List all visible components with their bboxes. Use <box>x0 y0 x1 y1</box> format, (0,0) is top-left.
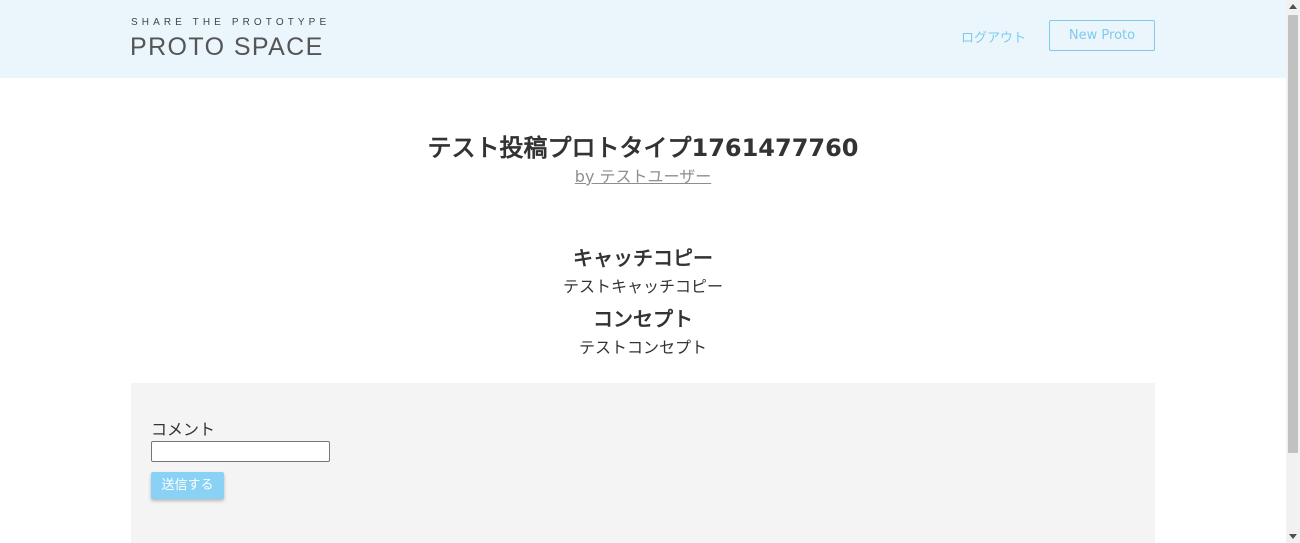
site-logo[interactable]: SHARE THE PROTOTYPE PROTO SPACE <box>130 17 340 61</box>
catch-copy-text: テストキャッチコピー <box>562 277 723 296</box>
concept-text: テストコンセプト <box>578 338 707 357</box>
concept-heading: コンセプト <box>593 307 693 331</box>
logo-word-space: SPACE <box>233 33 324 61</box>
comment-panel: コメント 送信する <box>131 383 1155 543</box>
catch-copy-heading: キャッチコピー <box>573 246 713 270</box>
comment-label: コメント <box>151 420 216 439</box>
author-link[interactable]: by テストユーザー <box>575 167 711 186</box>
prototype-title: テスト投稿プロトタイプ1761477760 <box>427 134 859 162</box>
logout-link[interactable]: ログアウト <box>961 27 1026 46</box>
site-header: SHARE THE PROTOTYPE PROTO SPACE ログアウト Ne… <box>0 0 1286 78</box>
logo-word-proto: PROTO <box>130 33 226 61</box>
prototype-author: by テストユーザー <box>0 163 1286 187</box>
new-proto-button[interactable]: New Proto <box>1049 20 1155 51</box>
comment-submit-button[interactable]: 送信する <box>151 472 224 499</box>
vertical-scrollbar[interactable] <box>1286 0 1300 543</box>
scroll-down-arrow-icon[interactable] <box>1286 529 1300 543</box>
logo-wordmark: PROTO SPACE <box>130 33 324 62</box>
scroll-up-arrow-icon[interactable] <box>1286 0 1300 14</box>
scrollbar-thumb[interactable] <box>1288 15 1298 453</box>
logo-tagline: SHARE THE PROTOTYPE <box>131 17 331 28</box>
page: SHARE THE PROTOTYPE PROTO SPACE ログアウト Ne… <box>0 0 1300 543</box>
comment-input[interactable] <box>151 441 330 462</box>
author-name: テストユーザー <box>599 167 712 186</box>
author-prefix: by <box>574 167 595 186</box>
